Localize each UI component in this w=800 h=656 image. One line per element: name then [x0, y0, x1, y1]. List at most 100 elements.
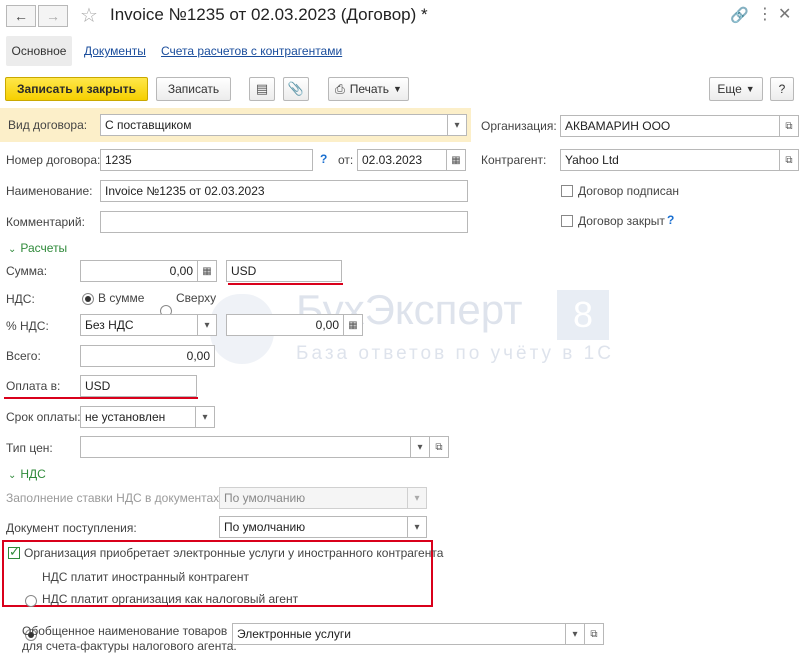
- due-select[interactable]: не установлен: [80, 406, 196, 428]
- due-label: Срок оплаты:: [6, 410, 81, 424]
- contract-number-help[interactable]: ?: [320, 152, 327, 166]
- calendar-icon: ▦: [451, 154, 461, 166]
- contract-signed-checkbox[interactable]: [561, 185, 573, 197]
- report-button[interactable]: ▤: [249, 77, 275, 101]
- receipt-document-select[interactable]: По умолчанию: [219, 516, 408, 538]
- more-vertical-icon[interactable]: ⋮: [757, 4, 773, 24]
- chevron-down-icon: ▾: [414, 521, 420, 533]
- chevron-down-icon: ▾: [572, 628, 578, 640]
- chevron-down-icon: ▾: [454, 119, 460, 131]
- vat-label: НДС:: [6, 292, 35, 306]
- counterparty-label: Контрагент:: [481, 153, 547, 167]
- payment-in-label: Оплата в:: [6, 379, 61, 393]
- contract-closed-checkbox[interactable]: [561, 215, 573, 227]
- watermark-brand-number: 8: [557, 290, 609, 340]
- vat-in-sum-label: В сумме: [98, 291, 145, 305]
- payment-in-highlight-underline: [4, 397, 198, 399]
- vat-amount-calculator-button[interactable]: ▦: [343, 314, 363, 336]
- foreign-pays-label: НДС платит иностранный контрагент: [42, 570, 249, 584]
- counterparty-field[interactable]: Yahoo Ltd: [560, 149, 780, 171]
- vat-on-top-label: Сверху: [176, 291, 217, 305]
- date-picker-button[interactable]: ▦: [446, 149, 466, 171]
- paperclip-icon: 📎: [287, 81, 305, 96]
- vat-rate-select[interactable]: Без НДС: [80, 314, 198, 336]
- open-window-icon: ⧉: [590, 628, 598, 640]
- vat-rate-dropdown[interactable]: ▾: [197, 314, 217, 336]
- generic-name-label-line2: для счета-фактуры налогового агента:: [22, 639, 237, 653]
- organization-open-button[interactable]: ⧉: [779, 115, 799, 137]
- contract-number-label: Номер договора:: [6, 153, 101, 167]
- comment-field[interactable]: [100, 211, 468, 233]
- chevron-down-icon: ▾: [417, 441, 423, 453]
- payment-in-field[interactable]: USD: [80, 375, 197, 397]
- receipt-document-label: Документ поступления:: [6, 521, 137, 535]
- due-dropdown[interactable]: ▾: [195, 406, 215, 428]
- organization-label: Организация:: [481, 119, 557, 133]
- vat-section[interactable]: ⌄ НДС: [8, 467, 46, 481]
- vat-rate-label: % НДС:: [6, 319, 49, 333]
- vat-amount-field[interactable]: 0,00: [226, 314, 344, 336]
- window-title: Invoice №1235 от 02.03.2023 (Договор) *: [110, 5, 428, 24]
- arrow-left-icon: ←: [14, 8, 28, 24]
- printer-icon: ⎙: [335, 81, 345, 96]
- name-label: Наименование:: [6, 184, 93, 198]
- electronic-services-label: Организация приобретает электронные услу…: [24, 546, 444, 560]
- receipt-document-dropdown[interactable]: ▾: [407, 516, 427, 538]
- generic-name-field[interactable]: Электронные услуги: [232, 623, 566, 645]
- comment-label: Комментарий:: [6, 215, 85, 229]
- total-field[interactable]: 0,00: [80, 345, 215, 367]
- link-icon[interactable]: 🔗: [730, 6, 749, 24]
- generic-name-dropdown[interactable]: ▾: [565, 623, 585, 645]
- forward-button[interactable]: →: [38, 5, 68, 27]
- checkmark-icon: ✓: [9, 544, 20, 559]
- help-button[interactable]: ?: [770, 77, 794, 101]
- chevron-down-icon: ▾: [414, 492, 420, 504]
- settlements-section[interactable]: ⌄ Расчеты: [8, 241, 67, 255]
- total-label: Всего:: [6, 349, 41, 363]
- fill-rate-label: Заполнение ставки НДС в документах:: [6, 491, 223, 505]
- electronic-services-checkbox[interactable]: ✓: [8, 544, 20, 559]
- chevron-down-icon: ▼: [745, 84, 755, 94]
- tab-documents[interactable]: Документы: [84, 44, 146, 58]
- counterparty-open-button[interactable]: ⧉: [779, 149, 799, 171]
- date-label: от:: [338, 153, 354, 167]
- price-type-field[interactable]: [80, 436, 411, 458]
- date-field[interactable]: 02.03.2023: [357, 149, 447, 171]
- chevron-down-icon: ⌄: [8, 470, 17, 481]
- sum-label: Сумма:: [6, 264, 48, 278]
- price-type-dropdown[interactable]: ▾: [410, 436, 430, 458]
- currency-field[interactable]: USD: [226, 260, 342, 282]
- open-window-icon: ⧉: [435, 441, 443, 453]
- vat-in-sum-radio[interactable]: [82, 293, 94, 305]
- tab-main[interactable]: Основное: [6, 36, 72, 66]
- contract-number-field[interactable]: 1235: [100, 149, 313, 171]
- open-window-icon: ⧉: [785, 120, 793, 132]
- print-button[interactable]: ⎙ Печать ▼: [328, 77, 409, 101]
- contract-type-select[interactable]: С поставщиком: [100, 114, 448, 136]
- more-button[interactable]: Еще ▼: [709, 77, 763, 101]
- save-button[interactable]: Записать: [156, 77, 231, 101]
- sum-calculator-button[interactable]: ▦: [197, 260, 217, 282]
- price-type-label: Тип цен:: [6, 441, 53, 455]
- foreign-pays-radio[interactable]: [25, 595, 37, 607]
- contract-type-label: Вид договора:: [8, 118, 88, 132]
- generic-name-label-line1: Обобщенное наименование товаров: [22, 624, 228, 638]
- attach-button[interactable]: 📎: [283, 77, 309, 101]
- fill-rate-dropdown: ▾: [407, 487, 427, 509]
- contract-closed-help[interactable]: ?: [667, 213, 674, 227]
- generic-name-open-button[interactable]: ⧉: [584, 623, 604, 645]
- close-icon[interactable]: ✕: [778, 4, 791, 24]
- open-window-icon: ⧉: [785, 154, 793, 166]
- contract-type-dropdown[interactable]: ▾: [447, 114, 467, 136]
- tab-settlement-accounts[interactable]: Счета расчетов с контрагентами: [161, 44, 342, 58]
- watermark-tagline: База ответов по учёту в 1С: [296, 343, 614, 364]
- chevron-down-icon: ▾: [202, 411, 208, 423]
- price-type-open-button[interactable]: ⧉: [429, 436, 449, 458]
- sum-field[interactable]: 0,00: [80, 260, 198, 282]
- name-field[interactable]: Invoice №1235 от 02.03.2023: [100, 180, 468, 202]
- organization-field[interactable]: АКВАМАРИН ООО: [560, 115, 780, 137]
- save-and-close-button[interactable]: Записать и закрыть: [5, 77, 148, 101]
- star-icon[interactable]: ☆: [80, 3, 98, 28]
- contract-closed-label: Договор закрыт: [578, 214, 665, 228]
- back-button[interactable]: ←: [6, 5, 36, 27]
